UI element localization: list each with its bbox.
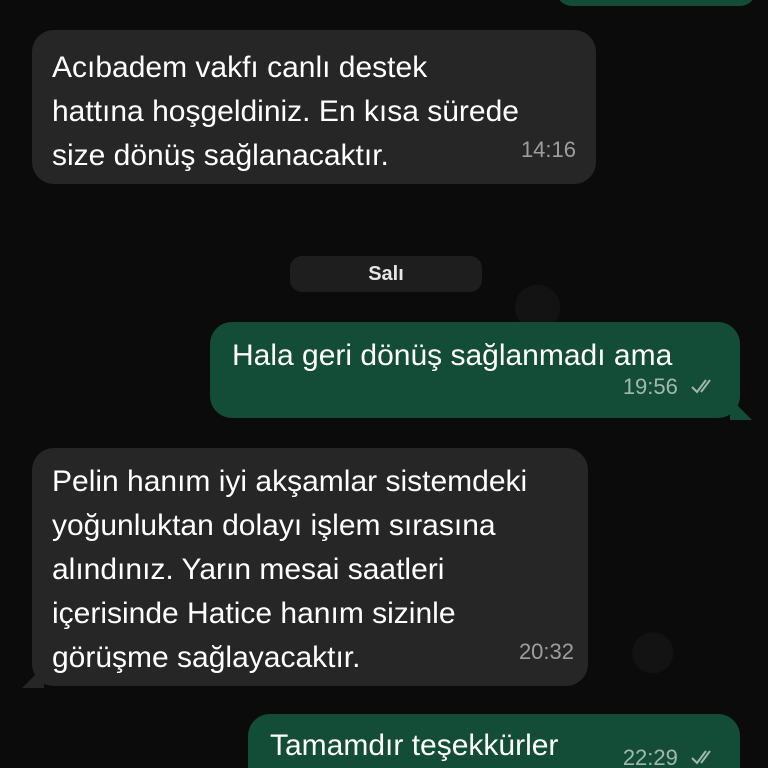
message-time: 14:16 xyxy=(520,137,576,162)
date-separator-label: Salı xyxy=(368,262,404,285)
message-bubble-outgoing[interactable]: Hala geri dönüş sağlanmadı ama 19:56 xyxy=(210,322,740,418)
double-check-icon xyxy=(690,737,718,768)
message-bubble-incoming[interactable]: Acıbadem vakfı canlı destek hattına hoşg… xyxy=(32,30,596,184)
message-text: Hala geri dönüş sağlanmadı ama xyxy=(232,339,673,372)
message-time: 22:29 xyxy=(622,745,678,768)
message-text: Pelin hanım iyi akşamlar sistemdeki yoğu… xyxy=(52,465,528,674)
message-time: 19:56 xyxy=(622,373,678,399)
message-time: 20:32 xyxy=(518,639,574,664)
message-time-row: 19:56 xyxy=(623,365,718,410)
message-text: Acıbadem vakfı canlı destek hattına hoşg… xyxy=(52,51,519,172)
previous-message-fragment xyxy=(556,0,756,6)
date-separator: Salı xyxy=(290,256,482,292)
message-bubble-outgoing[interactable]: Tamamdır teşekkürler 22:29 xyxy=(248,714,740,768)
message-text: Tamamdır teşekkürler xyxy=(270,729,559,762)
message-bubble-incoming[interactable]: Pelin hanım iyi akşamlar sistemdeki yoğu… xyxy=(32,448,588,686)
double-check-icon xyxy=(690,366,718,410)
message-time-row: 22:29 xyxy=(623,736,718,768)
